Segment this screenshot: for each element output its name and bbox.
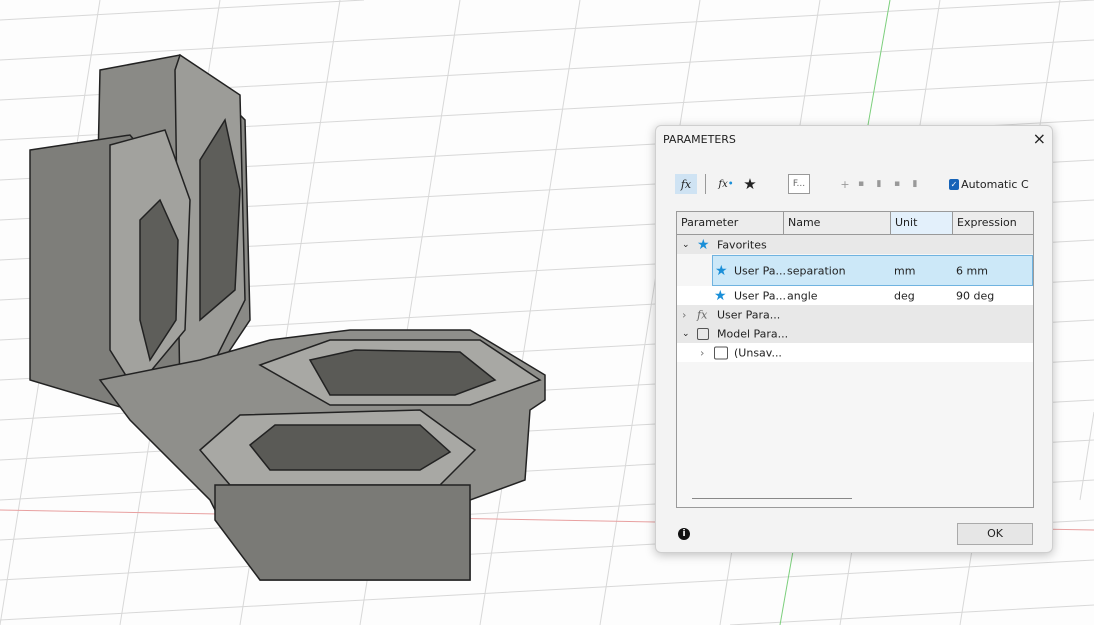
star-icon: ★	[714, 288, 727, 304]
star-icon: ★	[697, 237, 710, 253]
column-header-name[interactable]: Name	[784, 212, 891, 234]
automatic-compute-label: Automatic Co	[961, 178, 1029, 191]
all-parameters-fx-icon[interactable]: fx	[675, 174, 697, 194]
body-cube-icon	[697, 328, 709, 340]
checkbox-checked-icon: ✓	[949, 179, 959, 190]
name-cell: angle	[787, 289, 818, 302]
column-header-expression[interactable]: Expression	[953, 212, 1033, 234]
3d-model	[30, 55, 545, 580]
group-row-model-parameters[interactable]: ⌄ Model Para...	[677, 324, 1033, 343]
expression-cell[interactable]: 6 mm	[956, 264, 988, 277]
table-header: Parameter Name Unit Expression	[677, 212, 1033, 235]
column-header-parameter[interactable]: Parameter	[677, 212, 784, 234]
table-row[interactable]: ★ User Pa... separation mm 6 mm	[712, 255, 1033, 286]
filter-input[interactable]: F...	[788, 174, 810, 194]
component-row-unsaved[interactable]: › (Unsav...	[677, 343, 1033, 362]
horizontal-scrollbar[interactable]	[692, 498, 852, 499]
table-row[interactable]: ★ User Pa... angle deg 90 deg	[677, 286, 1033, 305]
user-parameter-icon[interactable]: fx•	[716, 174, 736, 194]
star-icon: ★	[715, 263, 728, 279]
chevron-right-icon[interactable]: ›	[700, 346, 704, 359]
favorites-label: Favorites	[717, 238, 767, 251]
chevron-down-icon[interactable]: ⌄	[682, 240, 690, 250]
import-icon[interactable]: ▪	[890, 174, 904, 194]
info-icon[interactable]: i	[678, 528, 690, 540]
fx-icon: fx	[697, 308, 707, 321]
parameters-table: Parameter Name Unit Expression ⌄ ★ Favor…	[676, 211, 1034, 508]
chevron-right-icon[interactable]: ›	[682, 308, 686, 321]
expression-cell[interactable]: 90 deg	[956, 289, 994, 302]
group-row-user-parameters[interactable]: › fx User Para...	[677, 305, 1033, 324]
unit-cell: mm	[894, 264, 915, 277]
copy-icon[interactable]: ▪	[854, 174, 868, 194]
column-header-unit[interactable]: Unit	[891, 212, 953, 234]
model-params-label: Model Para...	[717, 327, 788, 340]
close-icon[interactable]: ×	[1033, 129, 1046, 148]
group-row-favorites[interactable]: ⌄ ★ Favorites	[677, 235, 1033, 254]
unit-cell: deg	[894, 289, 915, 302]
parameter-cell: User Pa...	[734, 264, 786, 277]
name-cell: separation	[787, 264, 846, 277]
delete-icon[interactable]: ▮	[872, 174, 886, 194]
ok-button[interactable]: OK	[957, 523, 1033, 545]
dialog-title: PARAMETERS	[663, 133, 736, 146]
favorites-star-icon[interactable]: ★	[740, 174, 760, 194]
unsaved-label: (Unsav...	[734, 346, 782, 359]
user-params-label: User Para...	[717, 308, 780, 321]
parameter-cell: User Pa...	[734, 289, 786, 302]
component-icon	[714, 346, 728, 359]
toolbar-divider	[705, 174, 706, 194]
export-icon[interactable]: ▮	[908, 174, 922, 194]
chevron-down-icon[interactable]: ⌄	[682, 329, 690, 339]
parameters-dialog: PARAMETERS × fx fx• ★ F... + ▪ ▮ ▪ ▮ ✓ A…	[655, 125, 1053, 553]
automatic-compute-checkbox[interactable]: ✓ Automatic Co	[949, 174, 1029, 194]
add-icon[interactable]: +	[838, 174, 852, 194]
